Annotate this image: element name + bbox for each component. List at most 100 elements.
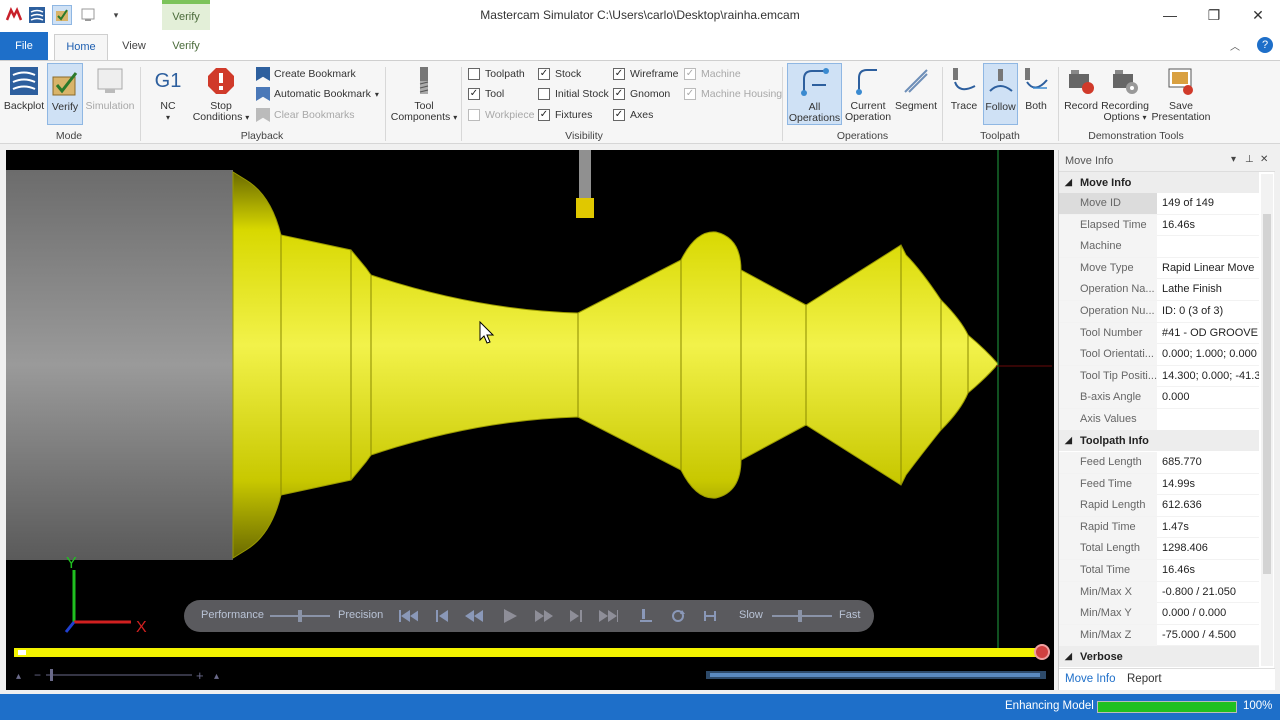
checkbox-box: ✓ (468, 88, 480, 100)
property-row[interactable]: Tool Tip Positi... 14.300; 0.000; -41.3 (1059, 365, 1259, 388)
minimize-button[interactable]: — (1148, 0, 1192, 30)
workpiece-visibility-checkbox[interactable]: Workpiece (468, 107, 534, 123)
property-row[interactable]: Operation Nu... ID: 0 (3 of 3) (1059, 301, 1259, 323)
tool-components-button[interactable]: Tool Components ▾ (390, 65, 458, 123)
trace-button[interactable]: Trace (946, 65, 982, 112)
verbose-section-header[interactable]: ◢ Verbose (1059, 646, 1259, 667)
property-row[interactable]: Rapid Time 1.47s (1059, 516, 1259, 539)
tab-view[interactable]: View (112, 34, 156, 60)
tab-move-info[interactable]: Move Info (1065, 673, 1116, 685)
automatic-bookmark-button[interactable]: Automatic Bookmark ▾ (256, 86, 379, 102)
skip-to-end-icon[interactable] (598, 607, 618, 625)
step-forward-icon[interactable] (566, 607, 586, 625)
wireframe-visibility-checkbox[interactable]: ✓ Wireframe (613, 66, 678, 82)
initial-stock-visibility-checkbox[interactable]: Initial Stock (538, 86, 609, 102)
checkbox-box: ✓ (613, 88, 625, 100)
checkbox-box (538, 88, 550, 100)
simulation-viewport[interactable]: Y X ▴ − + ▴ Performance Precision Slow F… (6, 150, 1054, 690)
skip-to-start-icon[interactable] (398, 607, 418, 625)
segment-label: Segment (894, 100, 938, 112)
recording-options-button[interactable]: Recording Options ▾ (1100, 65, 1150, 123)
zoom-out-small-icon[interactable]: ▴ (16, 671, 21, 682)
follow-button[interactable]: Follow (983, 63, 1018, 125)
zoom-slider-thumb[interactable] (50, 669, 53, 681)
record-button[interactable]: Record (1063, 65, 1099, 112)
property-row[interactable]: Feed Time 14.99s (1059, 473, 1259, 496)
playback-progress-track[interactable] (14, 648, 1044, 657)
stock-visibility-checkbox[interactable]: ✓ Stock (538, 66, 581, 82)
property-row[interactable]: Machine (1059, 236, 1259, 258)
group-divider (140, 67, 141, 141)
panel-close-icon[interactable]: ✕ (1260, 154, 1268, 165)
property-row[interactable]: Min/Max X -0.800 / 21.050 (1059, 581, 1259, 604)
create-bookmark-button[interactable]: Create Bookmark (256, 66, 356, 82)
all-operations-button[interactable]: All Operations (787, 63, 842, 125)
tab-verify[interactable]: Verify (162, 34, 210, 60)
initial-stock-visibility-label: Initial Stock (555, 88, 609, 100)
loop-icon[interactable] (668, 607, 688, 625)
property-row[interactable]: Move ID 149 of 149 (1059, 193, 1259, 215)
zoom-out-icon[interactable]: − (34, 668, 41, 682)
property-row[interactable]: Elapsed Time 16.46s (1059, 214, 1259, 237)
mode-group-label: Mode (55, 130, 83, 142)
current-operation-button[interactable]: Current Operation (843, 65, 893, 123)
property-row[interactable]: Tool Orientati... 0.000; 1.000; 0.000 (1059, 344, 1259, 366)
property-row[interactable]: Feed Length 685.770 (1059, 452, 1259, 474)
nc-button[interactable]: G1 NC ▾ (148, 65, 188, 123)
step-back-icon[interactable] (432, 607, 452, 625)
panel-menu-icon[interactable]: ▾ (1231, 154, 1236, 165)
help-icon[interactable]: ? (1257, 37, 1273, 53)
tab-file[interactable]: File (0, 32, 48, 60)
bounce-icon[interactable] (700, 607, 720, 625)
toolpath-visibility-checkbox[interactable]: Toolpath (468, 66, 525, 82)
property-row[interactable]: Total Length 1298.406 (1059, 538, 1259, 560)
quality-slider-thumb[interactable] (298, 610, 302, 622)
close-button[interactable]: ✕ (1236, 0, 1280, 30)
speed-slider-thumb[interactable] (798, 610, 802, 622)
property-row[interactable]: B-axis Angle 0.000 (1059, 387, 1259, 409)
property-row[interactable]: Move Type Rapid Linear Move (1059, 257, 1259, 280)
collapse-ribbon-icon[interactable]: ︿ (1230, 38, 1240, 53)
toolpath-info-section-header[interactable]: ◢ Toolpath Info (1059, 430, 1259, 451)
speed-slider-track[interactable] (772, 615, 832, 617)
tool-visibility-checkbox[interactable]: ✓ Tool (468, 86, 504, 102)
property-row[interactable]: Axis Values (1059, 409, 1259, 431)
progress-end-handle[interactable] (1034, 644, 1050, 660)
machine-housing-visibility-checkbox[interactable]: ✓ Machine Housing (684, 86, 782, 102)
stop-conditions-button[interactable]: Stop Conditions ▾ (192, 65, 250, 123)
property-row[interactable]: Rapid Length 612.636 (1059, 495, 1259, 517)
rewind-icon[interactable] (464, 607, 484, 625)
g1-icon: G1 (154, 69, 182, 92)
clear-bookmarks-button[interactable]: Clear Bookmarks (256, 107, 355, 123)
backplot-button[interactable]: Backplot (3, 65, 45, 112)
fast-forward-icon[interactable] (534, 607, 554, 625)
move-info-section-header[interactable]: ◢ Move Info (1059, 172, 1259, 193)
zoom-in-large-icon[interactable]: ▴ (214, 671, 219, 682)
property-key: Rapid Length (1059, 495, 1157, 517)
gnomon-visibility-checkbox[interactable]: ✓ Gnomon (613, 86, 670, 102)
property-row[interactable]: Operation Na... Lathe Finish (1059, 279, 1259, 301)
play-icon[interactable] (500, 607, 520, 625)
tab-home[interactable]: Home (54, 34, 108, 60)
panel-scrollbar[interactable] (1261, 174, 1273, 666)
axes-visibility-checkbox[interactable]: ✓ Axes (613, 107, 653, 123)
simulation-button[interactable]: Simulation (84, 65, 136, 112)
save-presentation-button[interactable]: Save Presentation (1151, 65, 1211, 123)
automatic-bookmark-dropdown-icon: ▾ (374, 89, 379, 99)
machine-visibility-checkbox[interactable]: ✓ Machine (684, 66, 741, 82)
property-row[interactable]: Total Time 16.46s (1059, 560, 1259, 582)
restore-button[interactable]: ❐ (1192, 0, 1236, 30)
property-row[interactable]: Min/Max Z -75.000 / 4.500 (1059, 624, 1259, 647)
group-divider (782, 67, 783, 141)
fixtures-visibility-checkbox[interactable]: ✓ Fixtures (538, 107, 592, 123)
pin-icon[interactable]: ⊥ (1245, 154, 1254, 165)
both-button[interactable]: Both (1019, 65, 1053, 112)
next-operation-icon[interactable] (636, 607, 656, 625)
zoom-in-icon[interactable]: + (196, 668, 204, 683)
verify-button[interactable]: Verify (47, 63, 83, 125)
tab-report[interactable]: Report (1127, 673, 1162, 685)
panel-scrollbar-thumb[interactable] (1263, 214, 1271, 574)
property-row[interactable]: Tool Number #41 - OD GROOVE (1059, 322, 1259, 345)
segment-button[interactable]: Segment (894, 65, 938, 112)
property-row[interactable]: Min/Max Y 0.000 / 0.000 (1059, 603, 1259, 625)
